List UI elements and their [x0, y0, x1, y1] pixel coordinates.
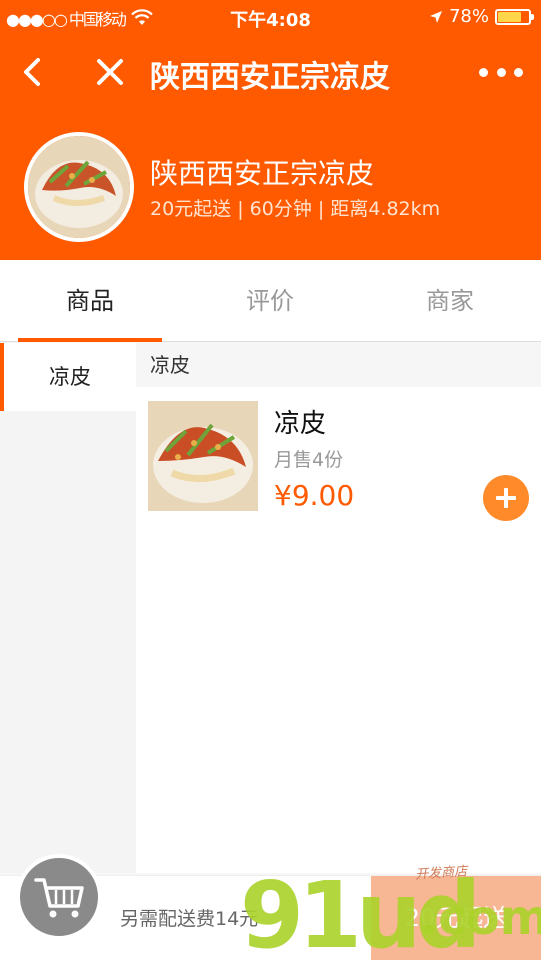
watermark-note: 开发商店 — [414, 864, 468, 883]
back-button[interactable] — [14, 50, 54, 94]
food-image — [148, 401, 258, 511]
shop-meta: 20元起送 | 60分钟 | 距离4.82km — [150, 198, 441, 220]
watermark-domain: .com — [420, 890, 541, 946]
product-sales: 月售4份 — [274, 449, 344, 471]
product-price: ¥9.00 — [274, 479, 355, 512]
chevron-left-icon — [24, 58, 40, 86]
more-dots-icon — [479, 67, 488, 77]
tab-products[interactable]: 商品 — [0, 260, 180, 342]
category-header: 凉皮 — [136, 343, 541, 387]
battery-icon — [495, 8, 534, 25]
product-list: 凉皮 凉皮 月售4份 ¥9.00 — [136, 343, 541, 873]
nav-bar: 陕西西安正宗凉皮 — [0, 44, 541, 100]
close-icon — [97, 59, 123, 85]
shop-header: ●●●○○ 中国移动 下午4:08 78% 陕西西安正宗凉皮 陕西西安正宗凉皮 … — [0, 0, 541, 260]
tab-bar: 商品 评价 商家 — [0, 260, 541, 342]
shop-name: 陕西西安正宗凉皮 — [150, 157, 375, 190]
tab-merchant[interactable]: 商家 — [360, 260, 540, 342]
sidebar-item-liangpi[interactable]: 凉皮 — [0, 343, 136, 411]
shop-avatar — [24, 132, 134, 242]
cart-button[interactable] — [16, 854, 102, 940]
delivery-fee-note: 另需配送费14元 — [120, 908, 259, 930]
battery-percent: 78% — [448, 6, 489, 27]
location-arrow-icon — [429, 10, 442, 23]
active-tab-indicator — [18, 338, 162, 342]
food-image — [28, 136, 130, 238]
product-image[interactable] — [148, 401, 258, 511]
status-bar: ●●●○○ 中国移动 下午4:08 78% — [0, 0, 541, 36]
tab-reviews[interactable]: 评价 — [180, 260, 360, 342]
close-button[interactable] — [90, 50, 130, 94]
more-button[interactable] — [479, 54, 523, 90]
category-sidebar: 凉皮 — [0, 343, 136, 873]
page-title: 陕西西安正宗凉皮 — [150, 60, 390, 95]
add-to-cart-button[interactable] — [483, 475, 529, 521]
list-item[interactable]: 凉皮 月售4份 ¥9.00 — [136, 387, 541, 527]
product-name: 凉皮 — [274, 409, 327, 439]
shopping-cart-icon — [34, 878, 84, 918]
shop-info: 陕西西安正宗凉皮 20元起送 | 60分钟 | 距离4.82km — [0, 130, 541, 245]
